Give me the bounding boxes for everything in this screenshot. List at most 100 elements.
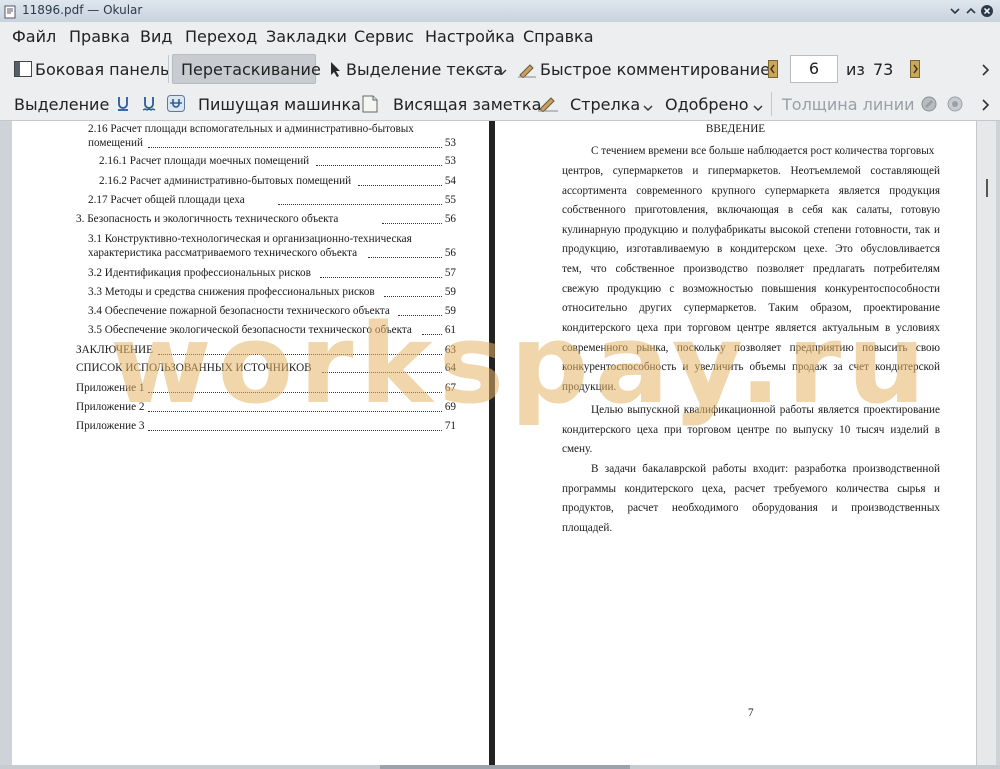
intro-heading: ВВЕДЕНИЕ (705, 123, 766, 135)
intro-line: программы кондитерского цеха, расчет тре… (562, 483, 940, 495)
intro-line: современного рынка, поскольку позволяет … (562, 342, 940, 354)
strikeout-icon[interactable] (167, 95, 185, 116)
sticky-note-tool-button[interactable]: Висящая заметка (393, 95, 541, 114)
drag-mode-button[interactable]: Перетаскивание (181, 60, 321, 79)
close-icon[interactable] (980, 4, 994, 18)
intro-line: кондитерского цеха при торговом центре я… (562, 322, 940, 334)
toc-entry-text: 3. Безопасность и экологичность техничес… (76, 213, 339, 225)
intro-line: конкурентоспособность и увеличить объемы… (562, 361, 940, 373)
intro-line: кондитерского цеха при торговом центре п… (562, 424, 940, 436)
menu-edit[interactable]: Правка (69, 27, 130, 46)
menu-bar: Файл Правка Вид Переход Закладки Сервис … (0, 22, 1000, 50)
intro-line: продукции. (562, 381, 617, 393)
toc-leader-dots (148, 147, 442, 148)
toc-entry-page: 59 (444, 305, 456, 317)
toc-leader-dots (358, 185, 442, 186)
vertical-scrollbar[interactable] (976, 121, 996, 765)
arrow-tool-button[interactable]: Стрелка (570, 95, 640, 114)
toc-leader-dots (148, 411, 442, 412)
toc-leader-dots (384, 296, 442, 297)
line-width-control[interactable]: Толщина линии (782, 95, 915, 114)
toc-entry-page: 64 (444, 362, 456, 374)
color-icon[interactable] (920, 95, 938, 117)
document-view[interactable]: 2.16 Расчет площади вспомогательных и ад… (0, 121, 1000, 765)
sticky-note-icon (362, 95, 378, 117)
toc-leader-dots (278, 204, 442, 205)
minimize-icon[interactable] (948, 4, 962, 18)
toc-leader-dots (368, 257, 442, 258)
toc-leader-dots (320, 277, 442, 278)
toc-entry-text: 2.16.1 Расчет площади моечных помещений (99, 155, 310, 167)
intro-line: площадей. (562, 522, 613, 534)
menu-settings[interactable]: Настройка (425, 27, 515, 46)
toc-entry-text: Приложение 1 (76, 382, 145, 394)
menu-bookmarks[interactable]: Закладки (266, 27, 347, 46)
pdf-page-right: ВВЕДЕНИЕ С течением времени все больше н… (495, 121, 976, 765)
toc-entry-page: 63 (444, 344, 456, 356)
quick-comment-pen-icon (517, 60, 537, 82)
page-of-label: из (846, 60, 865, 79)
text-select-cursor-icon (330, 61, 342, 82)
toc-entry-text: СПИСОК ИСПОЛЬЗОВАННЫХ ИСТОЧНИКОВ (76, 362, 312, 374)
toc-entry-text: 3.3 Методы и средства снижения профессио… (88, 286, 375, 298)
toc-entry-text: 3.5 Обеспечение экологической безопаснос… (88, 324, 412, 336)
arrow-pen-icon (537, 94, 559, 116)
intro-line: продукцию, изготавливаемую в кондитерско… (562, 243, 940, 255)
stamp-approved-button[interactable]: Одобрено (665, 95, 749, 114)
squiggly-underline-icon[interactable] (142, 95, 156, 116)
toc-entry-page: 55 (444, 194, 456, 206)
toc-entry-text: ЗАКЛЮЧЕНИЕ (76, 344, 153, 356)
text-select-dropdown-chevron-icon[interactable] (478, 62, 488, 81)
intro-line: центров, супермаркетов и гипермаркетов. … (562, 165, 940, 177)
menu-go[interactable]: Переход (185, 27, 257, 46)
toc-entry-page: 56 (444, 247, 456, 259)
fill-color-icon[interactable] (946, 95, 964, 117)
menu-tools[interactable]: Сервис (354, 27, 414, 46)
toc-entry-page: 67 (444, 382, 456, 394)
quick-comment-chevron-icon[interactable] (497, 62, 507, 81)
toc-entry-text: 2.16.2 Расчет административно-бытовых по… (99, 175, 352, 187)
stamp-dropdown-chevron-icon[interactable] (753, 98, 763, 117)
page-gap (489, 121, 495, 765)
toc-entry-text: 3.2 Идентификация профессиональных риско… (88, 267, 311, 279)
toolbar-separator (771, 92, 772, 116)
toc-leader-dots (148, 392, 442, 393)
typewriter-tool-button[interactable]: Пишущая машинка (198, 95, 361, 114)
pdf-page-left: 2.16 Расчет площади вспомогательных и ад… (12, 121, 489, 765)
page-total-label: 73 (873, 60, 894, 79)
toolbar2-overflow-chevron-icon[interactable] (980, 97, 990, 116)
next-page-icon[interactable] (910, 60, 920, 82)
toc-leader-dots (316, 165, 442, 166)
underline-icon[interactable] (116, 95, 130, 116)
toolbar-separator (168, 55, 169, 83)
intro-line: собственного приготовления, включающая в… (562, 204, 940, 216)
toc-entry-page: 69 (444, 401, 456, 413)
horizontal-scrollbar[interactable] (0, 765, 1000, 769)
sidebar-toggle-button[interactable]: Боковая панель (35, 60, 169, 79)
intro-line: В задачи бакалаврской работы входит: раз… (591, 463, 940, 475)
previous-page-icon[interactable] (768, 60, 778, 82)
arrow-dropdown-chevron-icon[interactable] (643, 98, 653, 117)
sidebar-icon (14, 61, 32, 81)
toc-entry-text: Приложение 2 (76, 401, 145, 413)
scrollbar-thumb[interactable] (986, 179, 988, 197)
quick-comment-button[interactable]: Быстрое комментирование (540, 60, 770, 79)
toc-entry-page: 61 (444, 324, 456, 336)
menu-file[interactable]: Файл (12, 27, 56, 46)
window-titlebar[interactable]: 11896.pdf — Okular (0, 0, 1000, 23)
menu-view[interactable]: Вид (140, 27, 172, 46)
toc-entry-text: 2.16 Расчет площади вспомогательных и ад… (88, 123, 414, 135)
toc-entry-page: 59 (444, 286, 456, 298)
toc-leader-dots (382, 223, 442, 224)
intro-line: продуктов, расчет необходимого оборудова… (562, 502, 940, 514)
selection-tool-button[interactable]: Выделение (14, 95, 109, 114)
intro-line: Целью выпускной квалификационной работы … (591, 404, 940, 416)
page-number-input[interactable]: 6 (790, 55, 838, 83)
toolbar-overflow-chevron-icon[interactable] (980, 62, 990, 81)
intro-line: относительно других супермаркетов. Таким… (562, 302, 940, 314)
horizontal-scrollbar-thumb[interactable] (380, 765, 630, 769)
maximize-icon[interactable] (964, 4, 978, 18)
toc-entry-page: 53 (444, 155, 456, 167)
menu-help[interactable]: Справка (523, 27, 594, 46)
intro-line: кулинарную продукцию и полуфабрикаты выс… (562, 224, 940, 236)
